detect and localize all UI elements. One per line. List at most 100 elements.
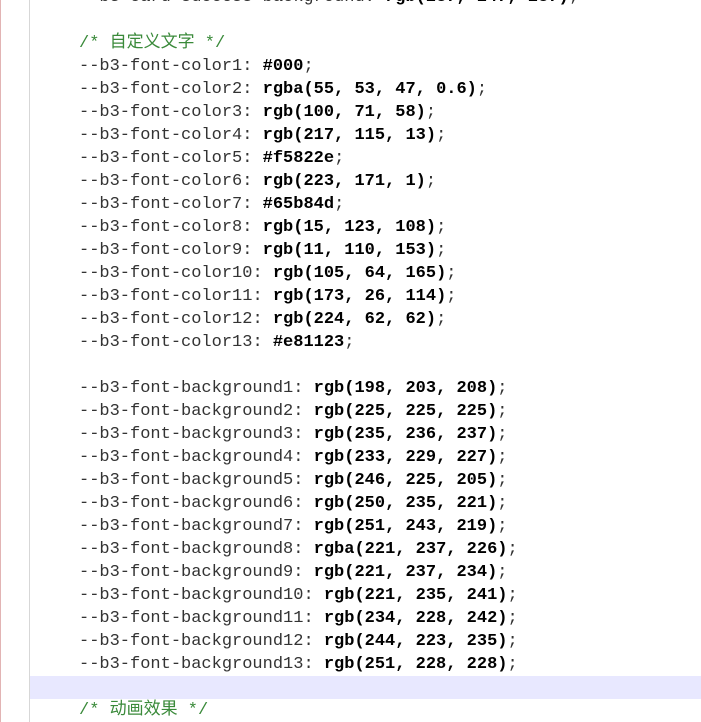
code-lines[interactable]: --b3-card-success-background: rgb(237, 2… xyxy=(30,0,701,722)
css-property-value: rgb(100, 71, 58) xyxy=(262,103,426,122)
code-line[interactable]: --b3-font-background12: rgb(244, 223, 23… xyxy=(30,630,701,653)
code-line[interactable]: --b3-card-success-background: rgb(237, 2… xyxy=(30,0,701,9)
css-property-name: --b3-font-color2 xyxy=(79,80,243,99)
code-line[interactable]: --b3-font-background2: rgb(225, 225, 225… xyxy=(30,400,701,423)
semicolon-punct: ; xyxy=(344,333,355,352)
css-property-name: --b3-font-color10 xyxy=(79,264,253,283)
code-line[interactable]: --b3-font-color11: rgb(173, 26, 114); xyxy=(30,285,701,308)
css-property-value: #f5822e xyxy=(262,149,335,168)
colon-punct: : xyxy=(293,425,314,444)
code-line[interactable]: --b3-font-color12: rgb(224, 62, 62); xyxy=(30,308,701,331)
semicolon-punct: ; xyxy=(497,471,508,490)
css-property-value: rgb(15, 123, 108) xyxy=(262,218,437,237)
code-line[interactable]: --b3-font-background9: rgb(221, 237, 234… xyxy=(30,561,701,584)
css-property-value: rgb(225, 225, 225) xyxy=(313,402,498,421)
semicolon-punct: ; xyxy=(497,494,508,513)
semicolon-punct: ; xyxy=(446,287,457,306)
blank-line[interactable] xyxy=(30,354,701,377)
code-line[interactable]: --b3-font-color8: rgb(15, 123, 108); xyxy=(30,216,701,239)
colon-punct: : xyxy=(242,172,263,191)
css-property-name: --b3-font-background7 xyxy=(79,517,294,536)
code-line[interactable]: --b3-font-color9: rgb(11, 110, 153); xyxy=(30,239,701,262)
css-property-value: rgb(11, 110, 153) xyxy=(262,241,437,260)
css-property-value: rgb(234, 228, 242) xyxy=(323,609,508,628)
semicolon-punct: ; xyxy=(425,103,437,122)
code-line[interactable]: --b3-font-color10: rgb(105, 64, 165); xyxy=(30,262,701,285)
code-editor[interactable]: --b3-card-success-background: rgb(237, 2… xyxy=(0,0,701,722)
colon-punct: : xyxy=(242,57,263,76)
css-property-value: rgb(217, 115, 13) xyxy=(262,126,437,145)
blank-line[interactable] xyxy=(30,9,701,32)
colon-punct: : xyxy=(252,264,273,283)
gutter xyxy=(1,0,29,722)
code-line[interactable]: --b3-font-background1: rgb(198, 203, 208… xyxy=(30,377,701,400)
css-property-name: --b3-font-background1 xyxy=(79,379,294,398)
code-line[interactable]: --b3-font-color6: rgb(223, 171, 1); xyxy=(30,170,701,193)
colon-punct: : xyxy=(252,310,273,329)
colon-punct: : xyxy=(303,655,324,674)
colon-punct: : xyxy=(242,241,263,260)
code-line[interactable]: --b3-font-background10: rgb(221, 235, 24… xyxy=(30,584,701,607)
css-property-name: --b3-font-background13 xyxy=(79,655,304,674)
colon-punct: : xyxy=(293,448,314,467)
css-property-name: --b3-font-background8 xyxy=(79,540,294,559)
css-property-value: rgb(173, 26, 114) xyxy=(272,287,447,306)
semicolon-punct: ; xyxy=(507,609,518,628)
code-line[interactable]: --b3-font-color13: #e81123; xyxy=(30,331,701,354)
colon-punct: : xyxy=(303,632,324,651)
colon-punct: : xyxy=(252,287,273,306)
css-property-value: #65b84d xyxy=(262,195,335,214)
blank-line[interactable] xyxy=(30,676,701,699)
colon-punct: : xyxy=(303,609,324,628)
css-property-value: rgb(233, 229, 227) xyxy=(313,448,498,467)
colon-punct: : xyxy=(293,563,314,582)
colon-punct: : xyxy=(365,0,385,7)
css-property-name: --b3-font-color9 xyxy=(79,241,243,260)
semicolon-punct: ; xyxy=(436,241,447,260)
code-line[interactable]: --b3-font-color7: #65b84d; xyxy=(30,193,701,216)
code-line[interactable]: --b3-font-background5: rgb(246, 225, 205… xyxy=(30,469,701,492)
css-property-name: --b3-font-color5 xyxy=(79,149,243,168)
code-line[interactable]: --b3-font-background8: rgba(221, 237, 22… xyxy=(30,538,701,561)
colon-punct: : xyxy=(293,471,314,490)
css-property-value: #e81123 xyxy=(272,333,345,352)
css-property-value: rgb(251, 228, 228) xyxy=(323,655,508,674)
css-property-value: rgb(221, 237, 234) xyxy=(313,563,498,582)
code-line[interactable]: --b3-font-color1: #000; xyxy=(30,55,701,78)
css-property-name: --b3-font-background11 xyxy=(79,609,304,628)
colon-punct: : xyxy=(293,494,314,513)
semicolon-punct: ; xyxy=(507,586,518,605)
css-property-name: --b3-font-background6 xyxy=(79,494,294,513)
semicolon-punct: ; xyxy=(497,563,508,582)
colon-punct: : xyxy=(242,218,263,237)
code-line[interactable]: --b3-font-background6: rgb(250, 235, 221… xyxy=(30,492,701,515)
colon-punct: : xyxy=(242,80,263,99)
colon-punct: : xyxy=(293,402,314,421)
css-property-value: rgb(246, 225, 205) xyxy=(313,471,498,490)
code-line[interactable]: --b3-font-background7: rgb(251, 243, 219… xyxy=(30,515,701,538)
css-property-value: #000 xyxy=(262,57,304,76)
code-line[interactable]: --b3-font-color5: #f5822e; xyxy=(30,147,701,170)
code-line[interactable]: --b3-font-background13: rgb(251, 228, 22… xyxy=(30,653,701,676)
css-property-name: --b3-font-background5 xyxy=(79,471,294,490)
code-comment: /* 自定义文字 */ xyxy=(79,34,226,53)
semicolon-punct: ; xyxy=(497,448,508,467)
semicolon-punct: ; xyxy=(334,195,345,214)
code-line[interactable]: --b3-font-color2: rgba(55, 53, 47, 0.6); xyxy=(30,78,701,101)
css-property-name: --b3-card-success-background xyxy=(79,0,365,7)
code-line[interactable]: --b3-font-color4: rgb(217, 115, 13); xyxy=(30,124,701,147)
semicolon-punct: ; xyxy=(569,0,579,7)
colon-punct: : xyxy=(242,195,263,214)
colon-punct: : xyxy=(303,586,324,605)
comment-line[interactable]: /* 动画效果 */ xyxy=(30,699,701,722)
comment-line[interactable]: /* 自定义文字 */ xyxy=(30,32,701,55)
semicolon-punct: ; xyxy=(497,517,508,536)
colon-punct: : xyxy=(293,379,314,398)
code-line[interactable]: --b3-font-background11: rgb(234, 228, 24… xyxy=(30,607,701,630)
css-property-value: rgb(250, 235, 221) xyxy=(313,494,498,513)
code-line[interactable]: --b3-font-color3: rgb(100, 71, 58); xyxy=(30,101,701,124)
code-line[interactable]: --b3-font-background3: rgb(235, 236, 237… xyxy=(30,423,701,446)
code-line[interactable]: --b3-font-background4: rgb(233, 229, 227… xyxy=(30,446,701,469)
css-property-name: --b3-font-background2 xyxy=(79,402,294,421)
css-property-name: --b3-font-color12 xyxy=(79,310,253,329)
